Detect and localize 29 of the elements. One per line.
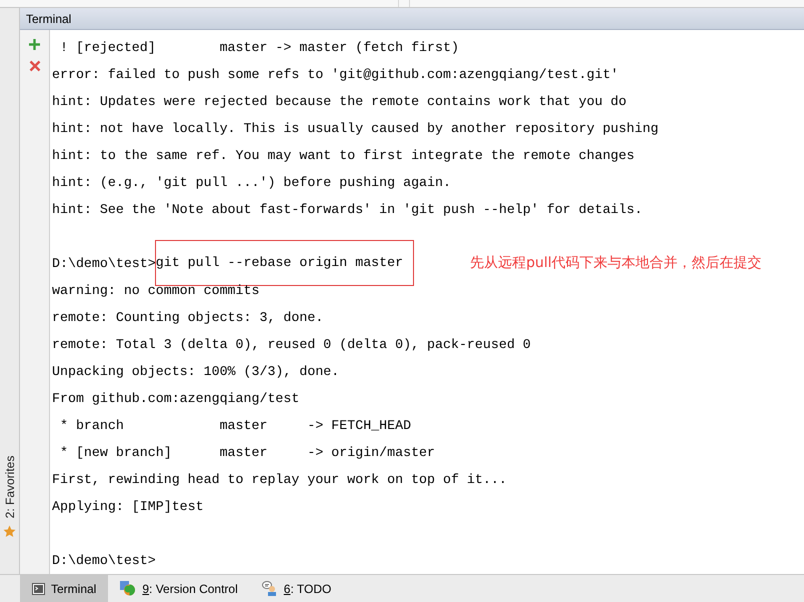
favorites-tool-button[interactable]: 2: Favorites — [0, 456, 18, 518]
tool-window-tab[interactable]: 9: Version Control — [108, 575, 250, 602]
prompt-text: D:\demo\test> — [52, 552, 156, 570]
panel-title: Terminal — [20, 8, 804, 30]
annotation-note: 先从远程pull代码下来与本地合并，然后在提交 — [470, 254, 762, 273]
output-line: * branch master -> FETCH_HEAD — [58, 417, 412, 435]
terminal-icon — [32, 582, 45, 594]
output-line: Applying: [IMP]test — [52, 498, 204, 516]
output-line: remote: Counting objects: 3, done. — [52, 309, 324, 327]
output-line: * [new branch] master -> origin/master — [58, 444, 436, 462]
output-line: hint: Updates were rejected because the remote contains work that you do — [52, 93, 627, 111]
todo-icon — [262, 581, 278, 596]
output-line: remote: Total 3 (delta 0), reused 0 (delta 0), pack-reused 0 — [52, 336, 531, 354]
tool-window-tab[interactable]: 6: TODO — [250, 575, 344, 602]
output-line: ! [rejected] master -> master (fetch first) — [58, 39, 459, 57]
close-icon[interactable] — [28, 60, 40, 72]
prompt-text: D:\demo\test> — [52, 255, 156, 273]
add-icon[interactable] — [28, 38, 41, 51]
output-line: hint: (e.g., 'git pull ...') before pushing again. — [52, 174, 451, 192]
output-line: hint: See the 'Note about fast-forwards' in 'git push --help' for details. — [52, 201, 642, 219]
output-line: hint: not have locally. This is usually caused by another repository pushing — [52, 120, 658, 138]
output-line: First, rewinding head to replay your work on top of it... — [52, 471, 507, 489]
star-icon — [3, 525, 16, 538]
vcs-icon — [120, 581, 136, 596]
output-line: From github.com:azengqiang/test — [52, 390, 300, 408]
tool-window-tab[interactable]: Terminal — [20, 575, 108, 602]
output-line: hint: to the same ref. You may want to first integrate the remote changes — [52, 147, 634, 165]
output-line: Unpacking objects: 100% (3/3), done. — [52, 363, 340, 381]
output-line: error: failed to push some refs to 'git@github.com:azengqiang/test.git' — [52, 66, 619, 84]
